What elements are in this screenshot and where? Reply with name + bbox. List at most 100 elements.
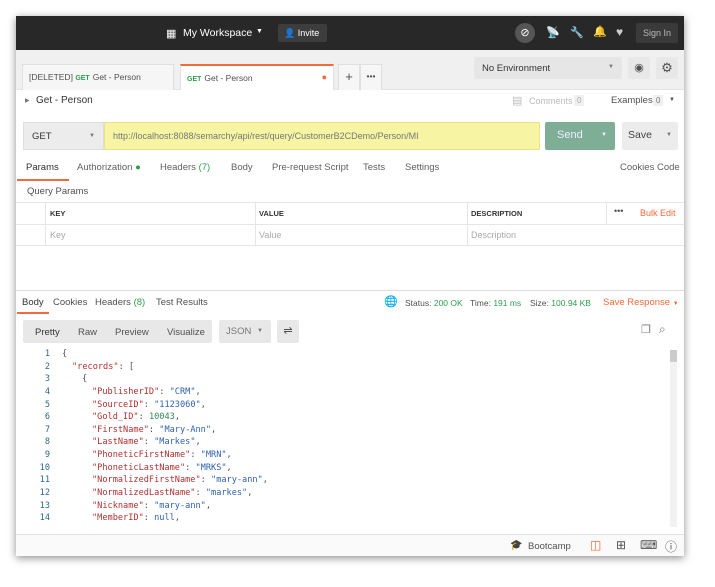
workspace-switcher[interactable]: My Workspace: [183, 27, 252, 39]
status-dot-icon: ●: [135, 162, 141, 173]
response-tab-headers[interactable]: Headers (8): [95, 297, 145, 308]
response-tab-cookies[interactable]: Cookies: [53, 297, 87, 308]
response-status: Status: 200 OK: [405, 298, 463, 308]
code-line: 3{: [16, 373, 684, 386]
help-icon[interactable]: ⓘ: [665, 538, 677, 555]
line-number: 13: [39, 500, 50, 511]
unsaved-dot-icon: ●: [321, 72, 327, 82]
method-select[interactable]: GET ▼: [23, 122, 104, 150]
code-text: "SourceID": "1123060",: [92, 399, 206, 410]
tab-body[interactable]: Body: [231, 162, 253, 173]
tab-deleted-get-person[interactable]: [DELETED] GET Get - Person: [22, 64, 174, 90]
code-link[interactable]: Code: [657, 162, 680, 173]
code-text: "Nickname": "mary-ann",: [92, 500, 212, 511]
wrench-icon[interactable]: 🔧: [570, 26, 584, 39]
environment-select[interactable]: No Environment ▼: [474, 57, 622, 79]
tab-settings[interactable]: Settings: [405, 162, 439, 173]
tab-params[interactable]: Params: [26, 162, 59, 173]
caret-down-icon[interactable]: ▼: [601, 132, 607, 138]
globe-icon: 🌐: [384, 296, 398, 308]
url-input[interactable]: http://localhost:8088/semarchy/api/rest/…: [104, 122, 540, 150]
keyboard-icon[interactable]: ⌨: [640, 538, 657, 552]
key-input[interactable]: Key: [50, 230, 66, 240]
response-tab-body[interactable]: Body: [22, 297, 44, 308]
eye-icon[interactable]: ◉: [628, 57, 650, 79]
graduation-cap-icon: 🎓: [510, 540, 523, 551]
bulk-edit-link[interactable]: Bulk Edit: [640, 208, 676, 218]
response-tab-test-results[interactable]: Test Results: [156, 297, 208, 308]
layout-icon[interactable]: ⊞: [616, 538, 626, 552]
tab-prerequest-script[interactable]: Pre-request Script: [272, 162, 349, 173]
caret-down-icon: ▼: [608, 64, 614, 70]
view-pretty[interactable]: Pretty: [35, 327, 60, 338]
line-number: 2: [44, 361, 50, 372]
bootcamp-link[interactable]: Bootcamp: [528, 541, 571, 552]
caret-down-icon: ▼: [672, 301, 679, 307]
view-preview[interactable]: Preview: [115, 327, 149, 338]
active-tab-indicator: [17, 312, 49, 314]
gear-icon[interactable]: ⚙: [656, 57, 678, 79]
column-value: VALUE: [259, 209, 284, 218]
search-icon[interactable]: ⌕: [659, 322, 666, 337]
code-text: {: [82, 374, 88, 385]
sync-off-icon[interactable]: ⊘: [515, 23, 535, 43]
two-pane-view-icon[interactable]: ◫: [590, 538, 601, 552]
code-text: "LastName": "Markes",: [92, 437, 201, 448]
code-line: 13 "Nickname": "mary-ann",: [16, 500, 684, 513]
response-body-code[interactable]: 1{2 "records": [3{4 "PublisherID": "CRM", 5…: [16, 348, 684, 525]
value-input[interactable]: Value: [259, 230, 281, 240]
code-text: "NormalizedLastName": "markes",: [92, 488, 253, 499]
code-text: "PhoneticFirstName": "MRN",: [92, 450, 232, 461]
wrap-lines-icon[interactable]: ⇌: [277, 320, 299, 343]
save-button[interactable]: Save ▼: [622, 122, 678, 150]
code-line: 5 "SourceID": "1123060",: [16, 399, 684, 412]
code-text: "PhoneticLastName": "MRKS",: [92, 462, 232, 473]
line-number: 1: [44, 349, 50, 359]
line-number: 9: [44, 450, 50, 461]
code-text: "FirstName": "Mary-Ann",: [92, 424, 217, 435]
code-text: "MemberID": null,: [92, 513, 180, 524]
sign-in-button[interactable]: Sign In: [636, 23, 678, 43]
examples-button[interactable]: Examples: [611, 95, 653, 106]
tab-authorization[interactable]: Authorization ●: [77, 162, 141, 173]
send-button[interactable]: Send ▼: [545, 122, 615, 150]
code-line: 4 "PublisherID": "CRM",: [16, 386, 684, 399]
line-number: 12: [39, 488, 50, 499]
satellite-icon[interactable]: 📡: [546, 26, 560, 39]
params-table: [16, 202, 684, 246]
caret-down-icon: ▼: [89, 133, 95, 139]
code-line: 12 "NormalizedLastName": "markes",: [16, 487, 684, 500]
column-description: DESCRIPTION: [471, 209, 523, 218]
invite-button[interactable]: 👤 Invite: [278, 24, 327, 42]
tab-tests[interactable]: Tests: [363, 162, 385, 173]
code-line: 10 "PhoneticLastName": "MRKS",: [16, 462, 684, 475]
tab-get-person-active[interactable]: GET Get - Person ●: [180, 64, 334, 90]
description-input[interactable]: Description: [471, 230, 516, 240]
code-line: 8 "LastName": "Markes",: [16, 436, 684, 449]
scrollbar[interactable]: [670, 350, 677, 527]
new-tab-button[interactable]: +: [338, 64, 360, 90]
bell-icon[interactable]: 🔔: [593, 25, 607, 38]
caret-down-icon[interactable]: ▼: [666, 132, 672, 138]
more-tabs-button[interactable]: •••: [360, 64, 382, 90]
request-name[interactable]: Get - Person: [36, 95, 93, 106]
comments-button[interactable]: Comments: [529, 96, 573, 106]
code-line: 6 "Gold_ID": 10043,: [16, 411, 684, 424]
view-visualize[interactable]: Visualize: [167, 327, 205, 338]
comment-icon: ▤: [512, 95, 523, 107]
code-line: 1{: [16, 348, 684, 361]
cookies-link[interactable]: Cookies: [620, 162, 654, 173]
code-line: 7 "FirstName": "Mary-Ann",: [16, 424, 684, 437]
more-options-icon[interactable]: •••: [614, 206, 623, 216]
format-select[interactable]: JSON ▼: [219, 320, 271, 343]
copy-icon[interactable]: ❐: [641, 323, 651, 336]
view-raw[interactable]: Raw: [78, 327, 97, 338]
query-params-title: Query Params: [27, 186, 89, 197]
heart-icon[interactable]: ♥: [616, 25, 623, 39]
caret-right-icon[interactable]: ▶: [25, 97, 30, 104]
response-time: Time: 191 ms: [470, 298, 522, 308]
tab-headers[interactable]: Headers (7): [160, 162, 210, 173]
save-response-button[interactable]: Save Response ▼: [603, 297, 679, 308]
caret-down-icon: ▼: [669, 97, 675, 103]
code-text: {: [62, 349, 68, 359]
